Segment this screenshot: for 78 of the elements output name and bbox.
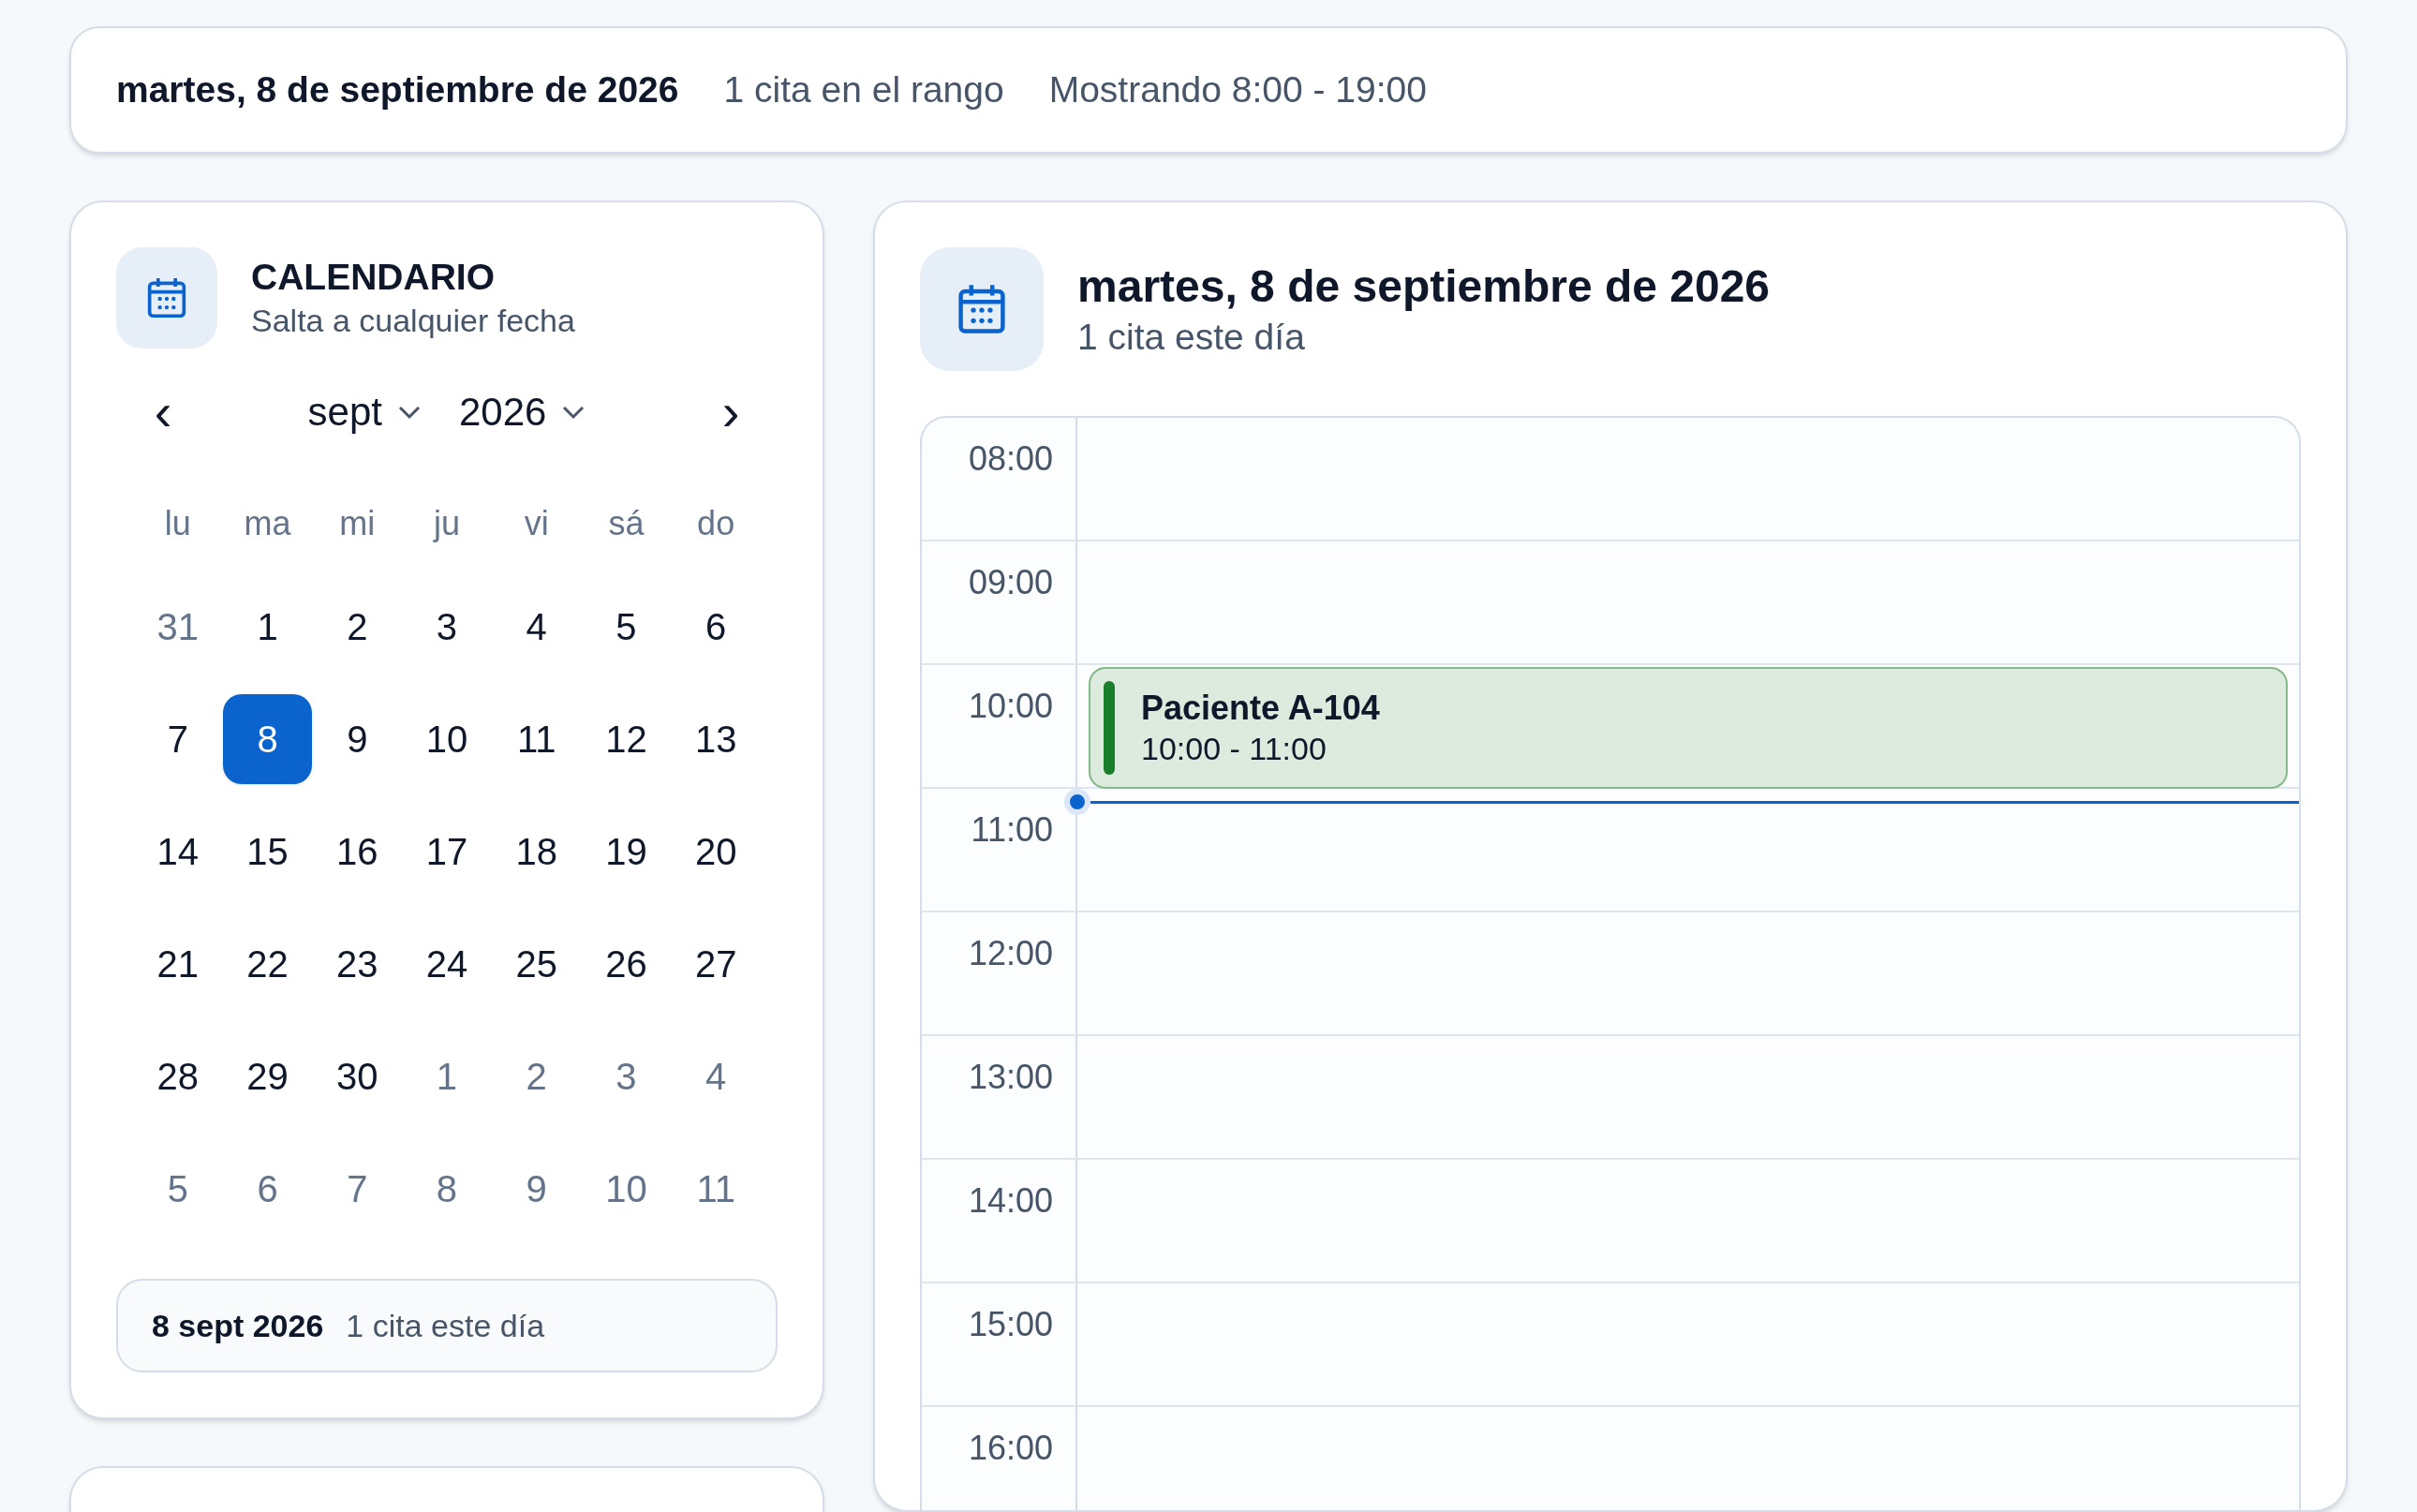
weekday-label: sá	[608, 503, 645, 544]
weekday-label: ma	[244, 503, 291, 544]
hour-label: 16:00	[968, 1431, 1053, 1469]
day-cell[interactable]: 24	[402, 919, 492, 1009]
day-cell[interactable]: 10	[581, 1144, 672, 1234]
appointment-time: 10:00 - 11:00	[1141, 730, 1327, 769]
hour-label: 12:00	[968, 937, 1053, 974]
hour-label: 11:00	[971, 813, 1053, 851]
selected-date: 8 sept 2026	[152, 1306, 324, 1345]
day-cell[interactable]: 27	[671, 919, 761, 1009]
day-cell[interactable]: 2	[491, 1031, 582, 1121]
day-cell[interactable]: 14	[133, 807, 223, 897]
day-cell[interactable]: 22	[222, 919, 313, 1009]
day-cell[interactable]: 25	[491, 919, 582, 1009]
calendar-subtitle: Salta a cualquier fecha	[251, 302, 575, 341]
day-title: martes, 8 de septiembre de 2026	[1077, 259, 1771, 313]
day-cell[interactable]: 3	[402, 582, 492, 672]
weekday-label: mi	[339, 503, 376, 544]
day-cell[interactable]: 17	[402, 807, 492, 897]
day-cell[interactable]: 15	[222, 807, 313, 897]
day-cell[interactable]: 1	[402, 1031, 492, 1121]
summary-date: martes, 8 de septiembre de 2026	[116, 67, 679, 111]
day-cell[interactable]: 12	[581, 694, 672, 784]
appointment-card[interactable]: Paciente A-104 10:00 - 11:00	[1089, 667, 2288, 789]
hour-label: 14:00	[968, 1184, 1053, 1222]
day-cell[interactable]: 16	[312, 807, 403, 897]
day-cell[interactable]: 2	[312, 582, 403, 672]
hour-label: 09:00	[968, 566, 1053, 603]
time-range: Mostrando 8:00 - 19:00	[1048, 67, 1427, 111]
day-appointment-count: 1 cita este día	[346, 1306, 545, 1345]
day-cell[interactable]: 11	[671, 1144, 761, 1234]
hour-label: 15:00	[968, 1308, 1053, 1345]
day-cell[interactable]: 28	[133, 1031, 223, 1121]
hour-label: 13:00	[968, 1060, 1053, 1098]
weekday-label: do	[697, 503, 735, 544]
chevron-down-icon	[396, 404, 422, 420]
day-cell[interactable]: 1	[222, 582, 313, 672]
day-cell[interactable]: 31	[133, 582, 223, 672]
day-cell[interactable]: 8	[402, 1144, 492, 1234]
calendar-icon	[956, 283, 1007, 335]
day-cell[interactable]: 3	[581, 1031, 672, 1121]
day-cell[interactable]: 4	[491, 582, 582, 672]
weekday-label: vi	[524, 503, 549, 544]
previous-month-button[interactable]: ‹	[135, 383, 191, 440]
appointment-title: Paciente A-104	[1141, 688, 1380, 730]
day-cell[interactable]: 23	[312, 919, 403, 1009]
day-cell[interactable]: 5	[581, 582, 672, 672]
calendar-icon	[146, 276, 187, 319]
day-cell[interactable]: 7	[133, 694, 223, 784]
year-dropdown[interactable]: 2026	[458, 382, 586, 441]
day-cell[interactable]: 7	[312, 1144, 403, 1234]
day-subtitle: 1 cita este día	[1077, 315, 1306, 359]
day-cell[interactable]: 21	[133, 919, 223, 1009]
day-cell[interactable]: 19	[581, 807, 672, 897]
hour-label: 08:00	[968, 442, 1053, 480]
day-cell[interactable]: 9	[312, 694, 403, 784]
day-cell[interactable]: 11	[491, 694, 582, 784]
day-cell[interactable]: 20	[671, 807, 761, 897]
day-cell[interactable]: 4	[671, 1031, 761, 1121]
weekday-label: lu	[164, 503, 191, 544]
day-cell[interactable]: 8	[222, 694, 313, 784]
day-cell[interactable]: 13	[671, 694, 761, 784]
day-cell[interactable]: 6	[222, 1144, 313, 1234]
day-cell[interactable]: 9	[491, 1144, 582, 1234]
day-cell[interactable]: 18	[491, 807, 582, 897]
weekday-label: ju	[433, 503, 460, 544]
day-cell[interactable]: 6	[671, 582, 761, 672]
day-cell[interactable]: 26	[581, 919, 672, 1009]
appointment-count: 1 cita en el rango	[723, 67, 1004, 111]
day-cell[interactable]: 10	[402, 694, 492, 784]
day-cell[interactable]: 5	[133, 1144, 223, 1234]
day-cell[interactable]: 30	[312, 1031, 403, 1121]
next-month-button[interactable]: ›	[703, 383, 759, 440]
day-cell[interactable]: 29	[222, 1031, 313, 1121]
calendar-title: CALENDARIO	[251, 256, 496, 300]
hour-label: 10:00	[968, 689, 1053, 727]
chevron-down-icon	[561, 404, 586, 420]
month-dropdown[interactable]: sept	[307, 382, 422, 441]
